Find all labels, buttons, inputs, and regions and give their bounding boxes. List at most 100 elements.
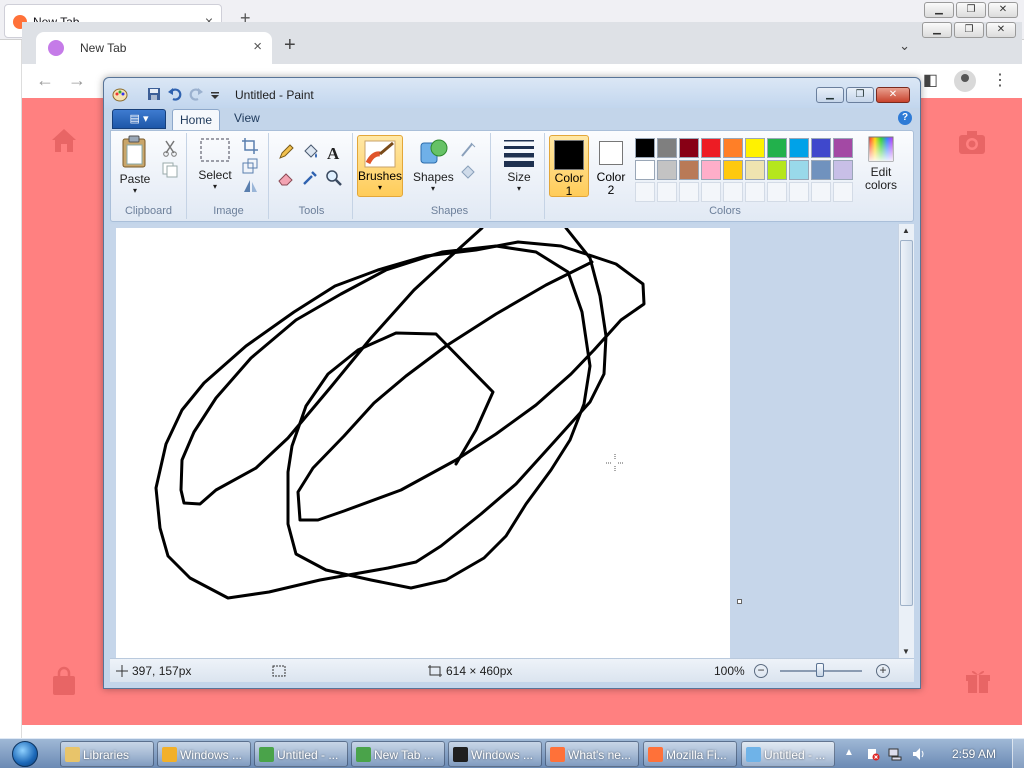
palette-color-swatch[interactable] <box>723 138 743 158</box>
shapes-button[interactable]: Shapes ▾ <box>413 137 454 193</box>
action-center-icon[interactable] <box>866 747 880 761</box>
paste-button[interactable]: Paste ▾ <box>115 135 155 195</box>
copy-icon[interactable] <box>161 161 179 179</box>
palette-color-swatch[interactable] <box>767 160 787 180</box>
palette-empty-slot[interactable] <box>789 182 809 202</box>
text-icon[interactable]: A <box>325 143 343 161</box>
canvas-resize-handle[interactable] <box>737 599 742 604</box>
resize-icon[interactable] <box>241 157 259 175</box>
crop-icon[interactable] <box>241 137 259 155</box>
pencil-icon[interactable] <box>277 143 295 161</box>
file-menu-button[interactable]: ▤ ▾ <box>112 109 166 129</box>
close-button[interactable]: ✕ <box>876 87 910 103</box>
edit-colors-button[interactable]: Edit colors <box>861 135 901 192</box>
restore-button[interactable]: ❐ <box>956 2 986 18</box>
palette-color-swatch[interactable] <box>657 160 677 180</box>
palette-color-swatch[interactable] <box>811 160 831 180</box>
palette-color-swatch[interactable] <box>833 138 853 158</box>
vertical-scrollbar[interactable]: ▲ ▼ <box>898 224 914 658</box>
palette-color-swatch[interactable] <box>767 138 787 158</box>
close-icon[interactable]: × <box>253 38 262 55</box>
select-button[interactable]: Select ▾ <box>193 137 237 191</box>
palette-color-swatch[interactable] <box>679 138 699 158</box>
customize-quick-access-icon[interactable] <box>210 86 220 102</box>
palette-color-swatch[interactable] <box>701 138 721 158</box>
palette-color-swatch[interactable] <box>745 160 765 180</box>
palette-color-swatch[interactable] <box>811 138 831 158</box>
more-menu-icon[interactable]: ⋮ <box>992 70 1008 92</box>
zoom-out-button[interactable]: − <box>754 664 768 678</box>
back-icon[interactable]: ← <box>36 70 54 91</box>
color-picker-icon[interactable] <box>301 169 319 187</box>
undo-icon[interactable] <box>167 86 183 102</box>
palette-empty-slot[interactable] <box>767 182 787 202</box>
fill-bucket-icon[interactable] <box>301 143 319 161</box>
palette-empty-slot[interactable] <box>679 182 699 202</box>
taskbar-button[interactable]: Windows ... <box>157 741 251 767</box>
palette-color-swatch[interactable] <box>679 160 699 180</box>
tab-view[interactable]: View <box>234 111 260 125</box>
palette-empty-slot[interactable] <box>701 182 721 202</box>
minimize-button[interactable]: ▁ <box>924 2 954 18</box>
close-button[interactable]: ✕ <box>986 22 1016 38</box>
side-panel-icon[interactable]: ◧ <box>923 70 938 92</box>
palette-color-swatch[interactable] <box>789 138 809 158</box>
palette-empty-slot[interactable] <box>745 182 765 202</box>
fill-icon[interactable] <box>459 163 477 181</box>
close-button[interactable]: ✕ <box>988 2 1018 18</box>
palette-empty-slot[interactable] <box>723 182 743 202</box>
show-desktop-button[interactable] <box>1012 739 1024 768</box>
cut-icon[interactable] <box>161 139 179 157</box>
palette-color-swatch[interactable] <box>833 160 853 180</box>
color1-button[interactable]: Color 1 <box>549 135 589 198</box>
color2-button[interactable]: Color 2 <box>591 135 631 197</box>
scrollbar-thumb[interactable] <box>900 240 913 606</box>
help-icon[interactable]: ? <box>898 111 912 125</box>
brushes-button[interactable]: Brushes ▾ <box>357 135 403 197</box>
rotate-icon[interactable] <box>241 177 259 195</box>
minimize-button[interactable]: ▁ <box>816 87 844 103</box>
magnifier-icon[interactable] <box>325 169 343 187</box>
maximize-button[interactable]: ❐ <box>846 87 874 103</box>
restore-button[interactable]: ❐ <box>954 22 984 38</box>
palette-empty-slot[interactable] <box>833 182 853 202</box>
chrome-tab[interactable]: New Tab × <box>36 32 272 64</box>
minimize-button[interactable]: ▁ <box>922 22 952 38</box>
scroll-down-icon[interactable]: ▼ <box>902 647 910 656</box>
taskbar-button[interactable]: New Tab ... <box>351 741 445 767</box>
network-icon[interactable] <box>888 747 902 761</box>
zoom-slider-thumb[interactable] <box>816 663 824 677</box>
forward-icon[interactable]: → <box>68 70 86 91</box>
palette-color-swatch[interactable] <box>745 138 765 158</box>
taskbar-button[interactable]: What's ne... <box>545 741 639 767</box>
palette-color-swatch[interactable] <box>701 160 721 180</box>
save-icon[interactable] <box>146 86 162 102</box>
palette-color-swatch[interactable] <box>657 138 677 158</box>
palette-empty-slot[interactable] <box>811 182 831 202</box>
new-tab-icon[interactable]: + <box>284 34 296 57</box>
palette-color-swatch[interactable] <box>723 160 743 180</box>
taskbar-button[interactable]: Libraries <box>60 741 154 767</box>
profile-avatar-icon[interactable] <box>954 70 976 92</box>
palette-color-swatch[interactable] <box>635 160 655 180</box>
redo-icon[interactable] <box>188 86 204 102</box>
taskbar-button[interactable]: Mozilla Fi... <box>643 741 737 767</box>
chevron-down-icon[interactable]: ⌄ <box>899 38 910 54</box>
palette-color-swatch[interactable] <box>635 138 655 158</box>
show-hidden-icons-button[interactable]: ▲ <box>844 747 854 758</box>
zoom-in-button[interactable]: + <box>876 664 890 678</box>
size-button[interactable]: Size ▾ <box>499 137 539 193</box>
paint-titlebar[interactable]: Untitled - Paint ▁ ❐ ✕ <box>104 78 920 108</box>
drawing-canvas[interactable] <box>116 226 730 658</box>
taskbar-button[interactable]: Windows ... <box>448 741 542 767</box>
outline-icon[interactable] <box>459 141 477 159</box>
palette-empty-slot[interactable] <box>657 182 677 202</box>
eraser-icon[interactable] <box>277 169 295 187</box>
tab-home[interactable]: Home <box>172 109 220 131</box>
taskbar-button[interactable]: Untitled - ... <box>254 741 348 767</box>
taskbar-button[interactable]: Untitled - ... <box>741 741 835 767</box>
scroll-up-icon[interactable]: ▲ <box>902 226 910 235</box>
volume-icon[interactable] <box>912 747 926 761</box>
start-button[interactable] <box>6 739 46 768</box>
palette-color-swatch[interactable] <box>789 160 809 180</box>
